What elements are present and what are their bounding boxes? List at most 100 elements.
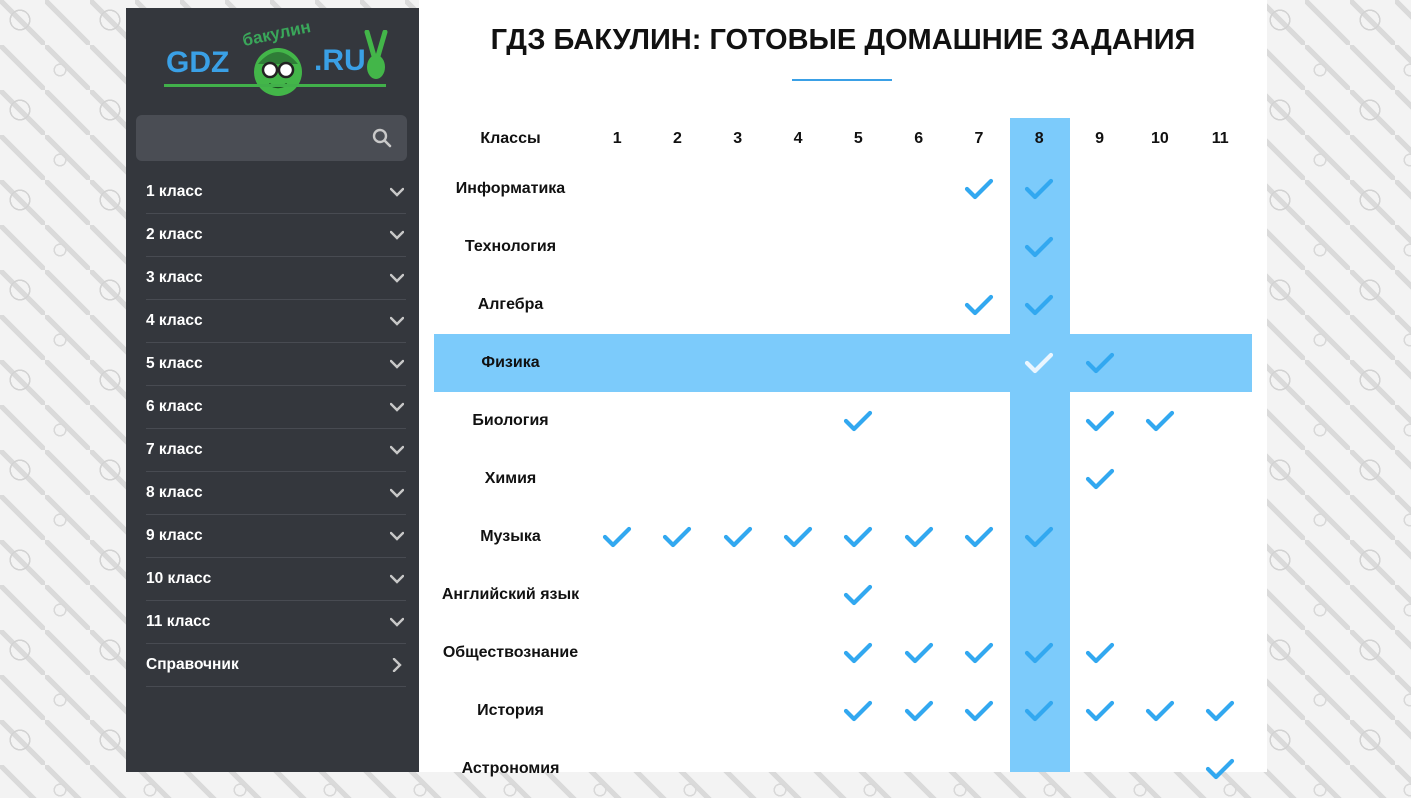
subject-label[interactable]: Английский язык (434, 566, 587, 624)
checkmark-icon (1025, 178, 1054, 200)
site-logo[interactable]: GDZ бакулин .RU (164, 17, 389, 108)
class-header-11[interactable]: 11 (1190, 118, 1250, 160)
gdz-check-link[interactable] (1130, 682, 1190, 740)
subject-label[interactable]: Химия (434, 450, 587, 508)
subject-label[interactable]: Физика (434, 334, 587, 392)
chevron-down-icon (390, 273, 404, 283)
checkmark-icon (1025, 352, 1054, 374)
gdz-check-link[interactable] (889, 624, 949, 682)
subject-label[interactable]: Обществознание (434, 624, 587, 682)
sidebar-item-label: Справочник (146, 656, 239, 673)
sidebar-item-6[interactable]: 6 класс (146, 386, 406, 429)
gdz-check-link[interactable] (1009, 682, 1069, 740)
gdz-check-link[interactable] (949, 624, 1009, 682)
sidebar-item-label: 5 класс (146, 355, 203, 372)
checkmark-icon (964, 178, 994, 200)
sidebar-item-label: 4 класс (146, 312, 203, 329)
gdz-check-link[interactable] (828, 508, 888, 566)
gdz-check-link[interactable] (949, 682, 1009, 740)
gdz-check-link[interactable] (1009, 218, 1069, 276)
subject-label[interactable]: История (434, 682, 587, 740)
gdz-check-link[interactable] (889, 682, 949, 740)
main-content: ГДЗ БАКУЛИН: ГОТОВЫЕ ДОМАШНИЕ ЗАДАНИЯ Кл… (419, 0, 1267, 780)
subject-label[interactable]: Музыка (434, 508, 587, 566)
gdz-check-link[interactable] (828, 624, 888, 682)
checkmark-icon (904, 526, 933, 548)
gdz-check-link[interactable] (1069, 392, 1129, 450)
gdz-check-link[interactable] (1009, 508, 1069, 566)
class-header-1[interactable]: 1 (587, 118, 647, 160)
chevron-down-icon (390, 574, 404, 584)
sidebar-item-8[interactable]: 8 класс (146, 472, 406, 515)
checkmark-icon (723, 526, 752, 548)
gdz-check-link[interactable] (1069, 624, 1129, 682)
subject-label[interactable]: Астрономия (434, 740, 587, 798)
logo-face-icon (254, 48, 302, 96)
gdz-check-link[interactable] (1130, 392, 1190, 450)
sidebar-item-9[interactable]: 9 класс (146, 515, 406, 558)
gdz-check-link[interactable] (1190, 740, 1250, 798)
logo-underline (164, 84, 386, 87)
gdz-check-link[interactable] (828, 682, 888, 740)
class-header-9[interactable]: 9 (1069, 118, 1129, 160)
gdz-check-link[interactable] (1069, 450, 1129, 508)
gdz-check-link[interactable] (1009, 160, 1069, 218)
class-header-4[interactable]: 4 (768, 118, 828, 160)
checkmark-icon (964, 642, 994, 664)
sidebar-item-label: 9 класс (146, 527, 203, 544)
sidebar-item-1[interactable]: 1 класс (146, 171, 406, 214)
subject-label[interactable]: Биология (434, 392, 587, 450)
gdz-check-link[interactable] (949, 508, 1009, 566)
class-header-8[interactable]: 8 (1009, 118, 1069, 160)
gdz-check-link[interactable] (1190, 682, 1250, 740)
gdz-check-link[interactable] (768, 508, 828, 566)
search-input[interactable] (146, 123, 370, 155)
subject-label[interactable]: Алгебра (434, 276, 587, 334)
gdz-check-link[interactable] (828, 566, 888, 624)
gdz-check-link[interactable] (1009, 276, 1069, 334)
checkmark-icon (844, 642, 873, 664)
class-header-6[interactable]: 6 (889, 118, 949, 160)
checkmark-icon (1025, 294, 1054, 316)
checkmark-icon (783, 526, 813, 548)
subject-label[interactable]: Технология (434, 218, 587, 276)
chevron-right-icon (392, 658, 402, 672)
gdz-check-link[interactable] (647, 508, 707, 566)
gdz-check-link[interactable] (949, 160, 1009, 218)
gdz-check-link[interactable] (708, 508, 768, 566)
sidebar-item-11[interactable]: 11 класс (146, 601, 406, 644)
gdz-check-link[interactable] (949, 276, 1009, 334)
class-header-7[interactable]: 7 (949, 118, 1009, 160)
gdz-check-link[interactable] (1069, 682, 1129, 740)
sidebar-item-label: 6 класс (146, 398, 203, 415)
sidebar-item-12[interactable]: Справочник (146, 644, 406, 687)
gdz-check-link[interactable] (1069, 334, 1129, 392)
sidebar-item-10[interactable]: 10 класс (146, 558, 406, 601)
checkmark-icon (904, 700, 933, 722)
subject-label[interactable]: Информатика (434, 160, 587, 218)
checkmark-icon (964, 700, 994, 722)
sidebar-item-4[interactable]: 4 класс (146, 300, 406, 343)
gdz-table: Классы 1 2 3 4 5 6 7 8 9 10 11 Информатика Технология… (434, 118, 1252, 780)
class-header-10[interactable]: 10 (1130, 118, 1190, 160)
chevron-down-icon (390, 617, 404, 627)
class-header-2[interactable]: 2 (647, 118, 707, 160)
sidebar-item-7[interactable]: 7 класс (146, 429, 406, 472)
sidebar-item-5[interactable]: 5 класс (146, 343, 406, 386)
table-header-label: Классы (480, 130, 541, 147)
gdz-check-link[interactable] (889, 508, 949, 566)
gdz-check-link[interactable] (587, 508, 647, 566)
checkmark-icon (1085, 468, 1114, 490)
sidebar-item-3[interactable]: 3 класс (146, 257, 406, 300)
chevron-down-icon (390, 359, 404, 369)
sidebar-item-label: 10 класс (146, 570, 212, 587)
sidebar-item-2[interactable]: 2 класс (146, 214, 406, 257)
class-header-5[interactable]: 5 (828, 118, 888, 160)
search-icon[interactable] (372, 128, 392, 148)
gdz-check-link[interactable] (1009, 624, 1069, 682)
class-header-3[interactable]: 3 (708, 118, 768, 160)
gdz-check-link[interactable] (828, 392, 888, 450)
gdz-check-link[interactable] (1009, 334, 1069, 392)
chevron-down-icon (390, 488, 404, 498)
sidebar-item-label: 8 класс (146, 484, 203, 501)
